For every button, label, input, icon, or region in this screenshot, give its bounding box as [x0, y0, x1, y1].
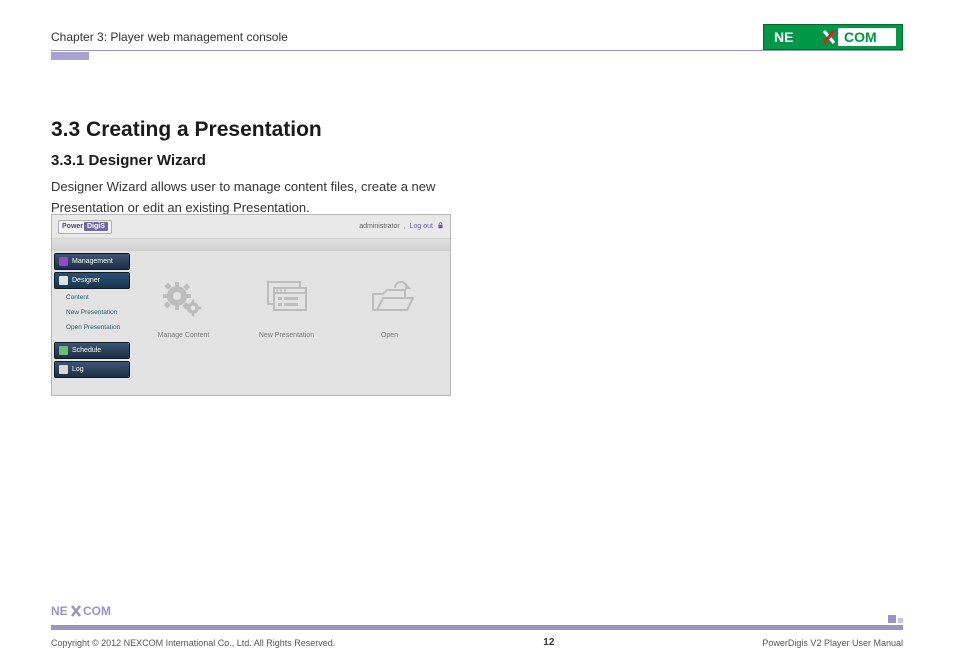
svg-text:COM: COM	[83, 604, 111, 618]
card-open[interactable]: Open	[342, 259, 437, 349]
gears-icon	[159, 278, 209, 322]
username-label: administrator	[359, 223, 399, 230]
x-icon	[824, 31, 834, 43]
nexcom-com: COM	[844, 29, 877, 45]
window-list-icon	[262, 278, 312, 322]
sidebar-item-management[interactable]: Management	[54, 253, 130, 270]
nexcom-ne: NE	[774, 29, 793, 45]
copyright-text: Copyright © 2012 NEXCOM International Co…	[51, 638, 335, 648]
log-icon	[59, 365, 68, 374]
sidebar-item-log[interactable]: Log	[54, 361, 130, 378]
console-content: Manage Content	[130, 251, 450, 395]
management-icon	[59, 257, 68, 266]
section-title: 3.3 Creating a Presentation	[51, 118, 491, 142]
sidebar-sub-content[interactable]: Content	[64, 291, 130, 304]
sidebar-sub-new-presentation[interactable]: New Presentation	[64, 306, 130, 319]
designer-icon	[59, 276, 68, 285]
logout-link[interactable]: Log out	[410, 223, 433, 230]
console-sidebar: Management Designer Content New Presenta…	[52, 251, 130, 395]
sidebar-item-label: Management	[72, 258, 113, 265]
sidebar-item-label: Designer	[72, 277, 100, 284]
sidebar-item-designer[interactable]: Designer	[54, 272, 130, 289]
header-tab-marker	[51, 52, 89, 60]
card-label: Manage Content	[158, 332, 210, 339]
sidebar-item-schedule[interactable]: Schedule	[54, 342, 130, 359]
sidebar-item-label: Log	[72, 366, 84, 373]
console-brand-part2: DigiS	[84, 222, 108, 231]
footer-square-icon	[898, 618, 903, 623]
card-label: Open	[381, 332, 398, 339]
chapter-label: Chapter 3: Player web management console	[51, 30, 288, 44]
console-brand-part1: Power	[62, 223, 83, 230]
username-separator: ,	[404, 223, 406, 230]
login-info: administrator , Log out	[359, 222, 444, 231]
page-number: 12	[543, 637, 554, 648]
footer-square-icon	[888, 615, 896, 623]
sidebar-item-label: Schedule	[72, 347, 101, 354]
footer-marks	[888, 615, 903, 623]
footer-divider	[51, 625, 903, 630]
console-brand: Power DigiS	[58, 220, 112, 234]
nexcom-logo: NE COM	[763, 24, 903, 50]
header-divider	[51, 50, 903, 51]
svg-text:NE: NE	[51, 604, 68, 618]
manual-name: PowerDigis V2 Player User Manual	[762, 638, 903, 648]
folder-open-icon	[365, 278, 415, 322]
card-manage-content[interactable]: Manage Content	[136, 259, 231, 349]
section-subtitle: 3.3.1 Designer Wizard	[51, 152, 491, 169]
lock-icon	[437, 222, 444, 231]
console-toolbar-stripe	[52, 239, 450, 251]
card-label: New Presentation	[259, 332, 314, 339]
card-new-presentation[interactable]: New Presentation	[239, 259, 334, 349]
footer-nexcom-logo: NE COM	[51, 604, 125, 623]
console-screenshot: Power DigiS administrator , Log out Mana…	[51, 214, 451, 396]
sidebar-sub-open-presentation[interactable]: Open Presentation	[64, 321, 130, 334]
section-paragraph: Designer Wizard allows user to manage co…	[51, 177, 491, 219]
schedule-icon	[59, 346, 68, 355]
